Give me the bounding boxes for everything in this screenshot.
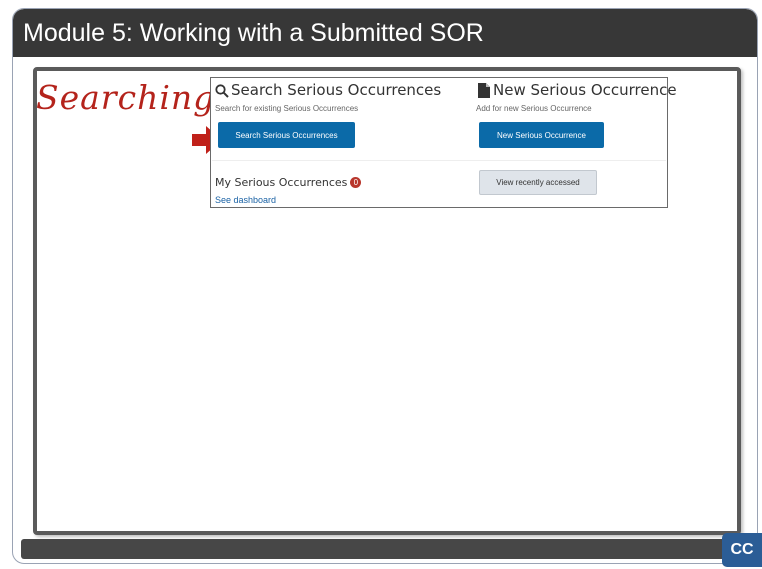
search-icon [215,84,229,98]
player-bottom-bar [21,539,743,559]
search-serious-occurrences-button[interactable]: Search Serious Occurrences [218,122,355,148]
new-serious-occurrence-button[interactable]: New Serious Occurrence [479,122,604,148]
search-section-title: Search Serious Occurrences [231,81,442,99]
my-occurrences-label: My Serious Occurrences [215,176,348,189]
count-badge: 0 [350,177,362,188]
new-section-subtitle: Add for new Serious Occurrence [476,104,592,113]
section-divider [212,160,666,161]
view-recently-accessed-button[interactable]: View recently accessed [479,170,597,195]
see-dashboard-link[interactable]: See dashboard [215,195,276,205]
document-icon [478,83,490,98]
closed-captions-button[interactable]: CC [722,533,762,567]
search-section-subtitle: Search for existing Serious Occurrences [215,104,359,113]
annotation-label: Searching [36,78,216,117]
serious-occurrence-panel: Search Serious Occurrences Search for ex… [210,77,677,208]
new-section-title: New Serious Occurrence [493,81,677,99]
title-bar: Module 5: Working with a Submitted SOR [13,9,757,57]
slide-title: Module 5: Working with a Submitted SOR [23,19,484,47]
my-occurrences-title: My Serious Occurrences 0 [215,176,362,189]
